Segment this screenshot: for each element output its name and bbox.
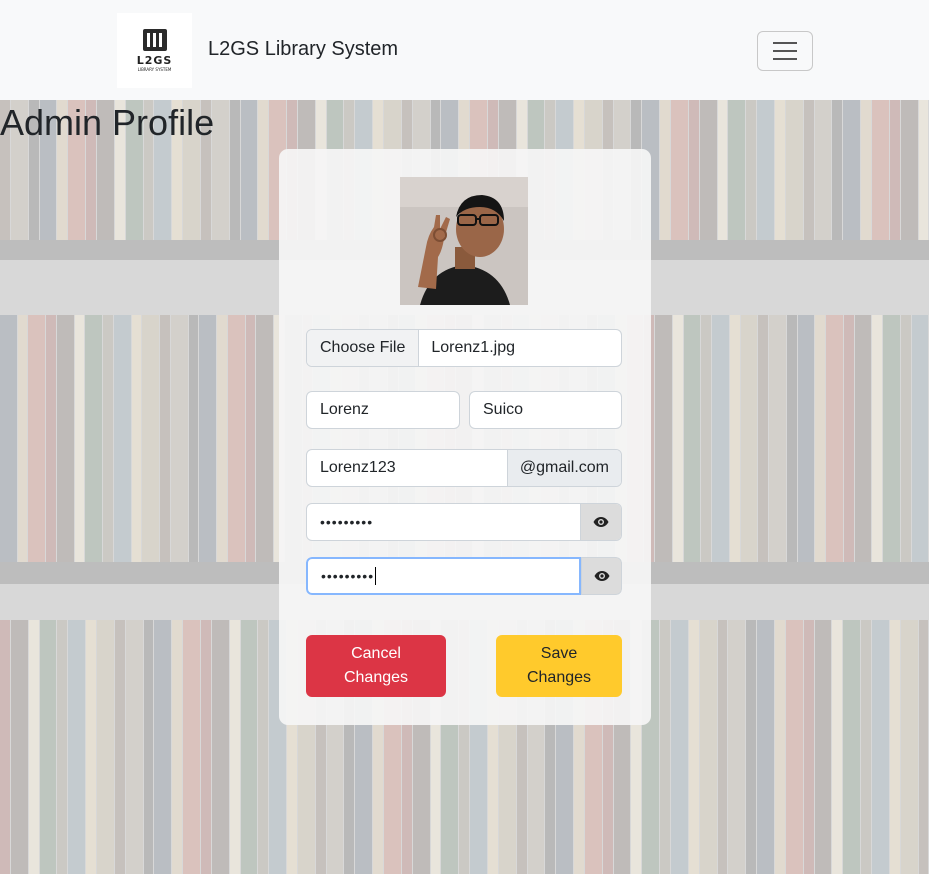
file-upload-input[interactable]: Choose File Lorenz1.jpg <box>306 329 622 367</box>
page-title: Admin Profile <box>0 102 215 143</box>
cancel-changes-button[interactable]: Cancel Changes <box>306 635 446 697</box>
toggle-confirm-password-button[interactable] <box>581 557 622 595</box>
menu-toggle-button[interactable] <box>757 31 813 71</box>
eye-icon <box>594 571 609 581</box>
cancel-label: Cancel Changes <box>343 645 409 686</box>
choose-file-button[interactable]: Choose File <box>307 330 420 366</box>
password-field[interactable]: ••••••••• <box>306 503 622 541</box>
email-field[interactable]: Lorenz123 @gmail.com <box>306 449 622 487</box>
navbar: L2GS LIBRARY SYSTEM L2GS Library System <box>0 0 929 100</box>
logo-subtext: LIBRARY SYSTEM <box>137 67 172 72</box>
confirm-password-value: ••••••••• <box>321 568 375 584</box>
books-icon <box>142 29 167 51</box>
last-name-field[interactable]: Suico <box>469 391 622 429</box>
toggle-password-button[interactable] <box>580 504 621 540</box>
profile-photo <box>400 177 528 305</box>
confirm-password-input[interactable]: ••••••••• <box>306 557 581 595</box>
email-username-input[interactable]: Lorenz123 <box>307 450 507 486</box>
brand-name[interactable]: L2GS Library System <box>208 38 398 61</box>
first-name-field[interactable]: Lorenz <box>306 391 460 429</box>
file-name: Lorenz1.jpg <box>431 339 515 356</box>
logo-text: L2GS <box>136 54 173 67</box>
password-input[interactable]: ••••••••• <box>307 504 580 540</box>
logo[interactable]: L2GS LIBRARY SYSTEM <box>117 13 192 88</box>
save-changes-button[interactable]: Save Changes <box>496 635 622 697</box>
profile-card: Choose File Lorenz1.jpg Lorenz Suico Lor… <box>279 149 651 725</box>
text-caret <box>375 567 377 585</box>
email-domain-addon: @gmail.com <box>506 450 621 486</box>
eye-icon <box>593 517 609 527</box>
save-label: Save Changes <box>526 645 592 686</box>
hamburger-icon <box>773 42 797 44</box>
confirm-password-field[interactable]: ••••••••• <box>306 557 622 595</box>
